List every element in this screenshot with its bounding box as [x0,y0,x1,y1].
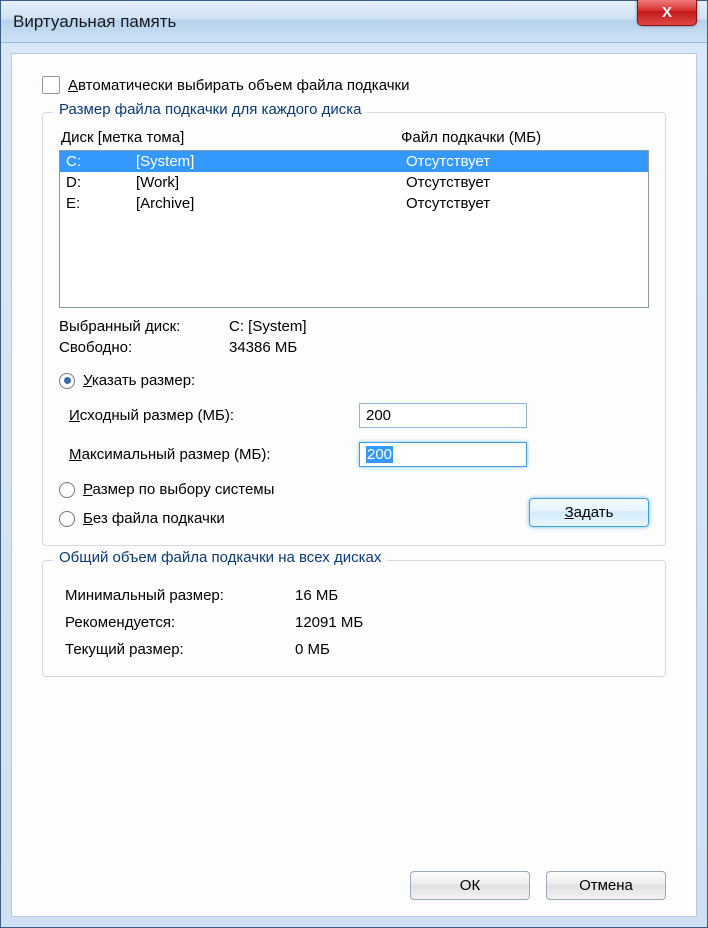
radio-custom-size-label: Указать размер: [83,372,195,389]
radio-no-pagefile[interactable]: Без файла подкачки [59,510,274,527]
min-size-label: Минимальный размер: [65,587,295,604]
recommended-row: Рекомендуется: 12091 МБ [59,614,649,631]
initial-size-label: Исходный размер (МБ): [59,407,359,424]
list-item[interactable]: D:[Work]Отсутствует [60,172,648,193]
free-space-row: Свободно: 34386 МБ [59,339,649,356]
totals-group: Общий объем файла подкачки на всех диска… [42,560,666,677]
radio-no-pagefile-label: Без файла подкачки [83,510,225,527]
selected-drive-value: C: [System] [229,318,649,335]
auto-manage-label: Автоматически выбирать объем файла подка… [68,77,409,94]
selected-drive-row: Выбранный диск: C: [System] [59,318,649,335]
titlebar[interactable]: Виртуальная память X [1,1,707,43]
recommended-value: 12091 МБ [295,614,363,631]
min-size-row: Минимальный размер: 16 МБ [59,587,649,604]
per-disk-legend: Размер файла подкачки для каждого диска [53,101,367,118]
radio-system-managed-input[interactable] [59,482,75,498]
selected-drive-label: Выбранный диск: [59,318,229,335]
max-size-label: Максимальный размер (МБ): [59,446,359,463]
totals-legend: Общий объем файла подкачки на всех диска… [53,549,387,566]
close-icon: X [662,4,672,21]
radio-system-managed-label: Размер по выбору системы [83,481,274,498]
radio-no-pagefile-input[interactable] [59,511,75,527]
header-pagefile: Файл подкачки (МБ) [401,129,647,146]
close-button[interactable]: X [637,0,697,26]
set-button[interactable]: Задать [529,498,649,527]
radio-custom-size-input[interactable] [59,373,75,389]
list-item[interactable]: E:[Archive]Отсутствует [60,193,648,214]
current-size-value: 0 МБ [295,641,330,658]
bottom-radio-set: Размер по выбору системы Без файла подка… [59,481,649,527]
max-size-input[interactable]: 200 [359,442,527,467]
current-size-label: Текущий размер: [65,641,295,658]
free-space-label: Свободно: [59,339,229,356]
max-size-row: Максимальный размер (МБ): 200 [59,442,649,467]
auto-manage-row[interactable]: Автоматически выбирать объем файла подка… [42,76,666,94]
free-space-value: 34386 МБ [229,339,649,356]
ok-button[interactable]: ОК [410,871,530,900]
per-disk-group: Размер файла подкачки для каждого диска … [42,112,666,546]
client-area: Автоматически выбирать объем файла подка… [11,53,697,917]
dialog-buttons: ОК Отмена [410,871,666,900]
cancel-button[interactable]: Отмена [546,871,666,900]
recommended-label: Рекомендуется: [65,614,295,631]
virtual-memory-dialog: Виртуальная память X Автоматически выбир… [0,0,708,928]
radio-system-managed[interactable]: Размер по выбору системы [59,481,274,498]
initial-size-row: Исходный размер (МБ): 200 [59,403,649,428]
min-size-value: 16 МБ [295,587,338,604]
header-drive: Диск [метка тома] [61,129,401,146]
auto-manage-checkbox[interactable] [42,76,60,94]
list-headers: Диск [метка тома] Файл подкачки (МБ) [59,129,649,146]
radio-custom-size[interactable]: Указать размер: [59,372,649,389]
current-size-row: Текущий размер: 0 МБ [59,641,649,658]
window-title: Виртуальная память [13,12,176,32]
drive-listbox[interactable]: C:[System]ОтсутствуетD:[Work]Отсутствует… [59,150,649,308]
initial-size-input[interactable]: 200 [359,403,527,428]
list-item[interactable]: C:[System]Отсутствует [60,151,648,172]
